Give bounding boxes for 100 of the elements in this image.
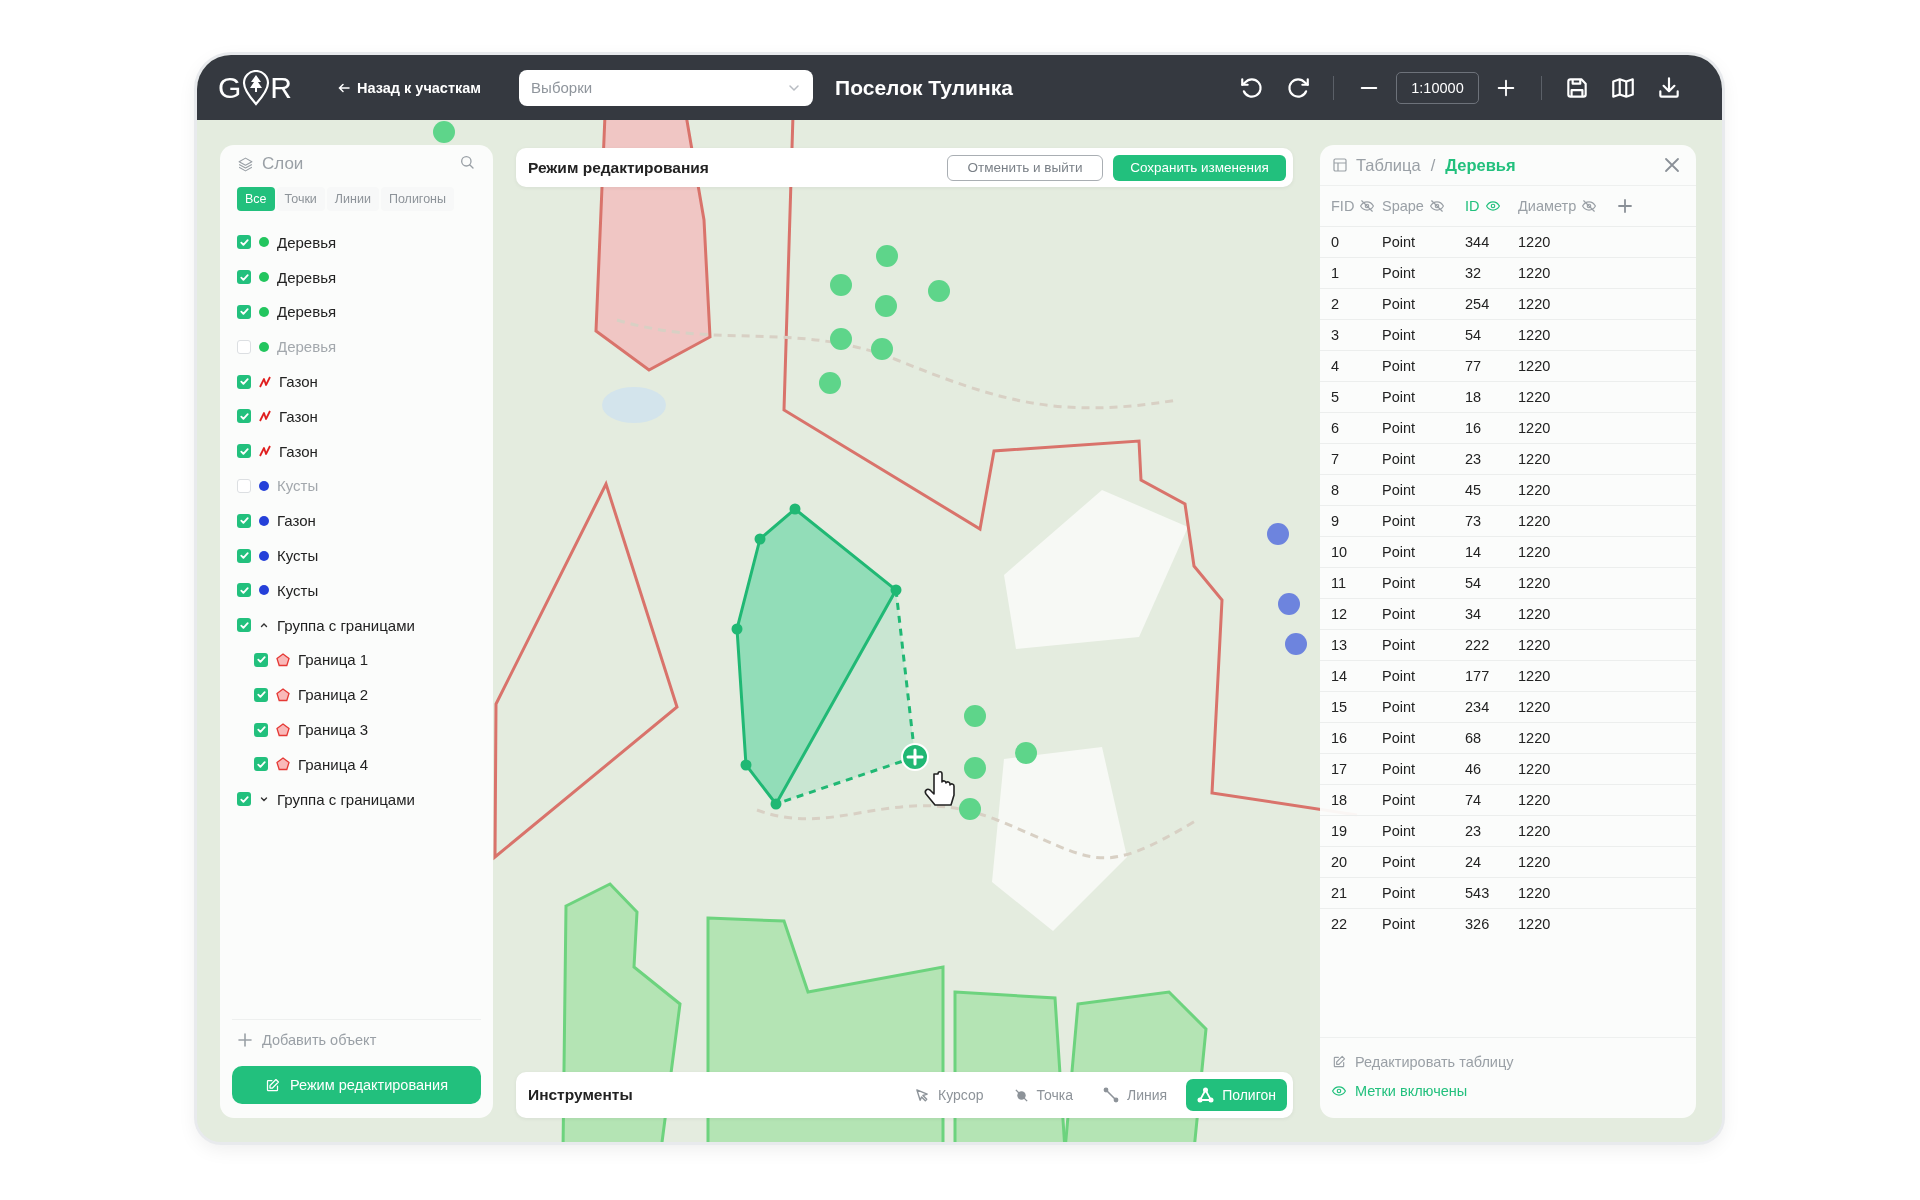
edit-mode-button[interactable]: Режим редактирования xyxy=(232,1066,481,1104)
layer-label[interactable]: Кусты xyxy=(277,581,319,599)
map-point-marker[interactable] xyxy=(875,295,897,317)
table-cell: 1220 xyxy=(1518,234,1551,250)
checkbox[interactable] xyxy=(237,792,251,807)
logo-text: G xyxy=(218,72,243,103)
layer-label[interactable]: Граница 3 xyxy=(298,721,369,739)
layer-label[interactable]: Газон xyxy=(279,373,318,391)
layer-label[interactable]: Газон xyxy=(277,512,316,530)
table-cell: Point xyxy=(1382,513,1416,529)
filter-tab[interactable]: Точки xyxy=(276,187,325,211)
tool-button[interactable]: Точка xyxy=(1002,1079,1084,1111)
map-point-marker[interactable] xyxy=(819,372,841,394)
checkbox[interactable] xyxy=(237,444,251,459)
map-point-marker[interactable] xyxy=(1285,633,1307,655)
table-cell: 234 xyxy=(1465,699,1490,715)
scale-field[interactable]: 1:10000 xyxy=(1396,71,1479,104)
filter-tab[interactable]: Линии xyxy=(326,187,379,211)
map-point-marker[interactable] xyxy=(876,245,898,267)
layer-label[interactable]: Деревья xyxy=(277,268,337,286)
table-cell: 14 xyxy=(1331,668,1348,684)
checkbox[interactable] xyxy=(237,270,251,285)
checkbox[interactable] xyxy=(237,305,251,319)
selection-dropdown[interactable]: Выборки xyxy=(519,69,814,106)
table-cell: Point xyxy=(1382,358,1416,374)
edit-table-button[interactable]: Редактировать таблицу xyxy=(1332,1048,1684,1076)
checkbox[interactable] xyxy=(254,652,268,667)
eye-off-icon[interactable] xyxy=(1582,199,1597,213)
eye-icon[interactable] xyxy=(1485,199,1500,213)
group-label[interactable]: Группа с границами xyxy=(277,790,415,808)
map-point-marker[interactable] xyxy=(1015,742,1037,764)
checkbox[interactable] xyxy=(237,583,251,598)
checkbox[interactable] xyxy=(254,757,268,772)
table-cell: Point xyxy=(1382,854,1416,870)
checkbox[interactable] xyxy=(254,722,268,737)
map-point-marker[interactable] xyxy=(830,328,852,350)
layer-label[interactable]: Газон xyxy=(279,442,318,460)
layer-label[interactable]: Кусты xyxy=(277,477,319,495)
map-point-marker[interactable] xyxy=(830,274,852,296)
layer-label[interactable]: Деревья xyxy=(277,233,337,251)
eye-off-icon[interactable] xyxy=(1429,199,1444,213)
map-point-marker[interactable] xyxy=(433,121,455,143)
add-column-icon[interactable] xyxy=(1618,199,1632,213)
checkbox[interactable] xyxy=(237,374,251,389)
filter-tab[interactable]: Все xyxy=(237,187,275,211)
checkbox[interactable] xyxy=(237,235,251,250)
filter-tab[interactable]: Полигоны xyxy=(380,187,454,211)
back-link[interactable]: Назад к участкам xyxy=(338,79,482,96)
checkbox[interactable] xyxy=(237,618,251,633)
eye-off-icon[interactable] xyxy=(1360,199,1375,213)
checkbox[interactable] xyxy=(237,548,251,563)
close-icon[interactable] xyxy=(1664,157,1680,173)
checkbox[interactable] xyxy=(254,687,268,702)
checkbox[interactable] xyxy=(237,339,251,354)
map-point-marker[interactable] xyxy=(1278,593,1300,615)
checkbox[interactable] xyxy=(237,513,251,528)
download-icon[interactable] xyxy=(1656,74,1682,101)
layer-label[interactable]: Граница 1 xyxy=(298,651,369,669)
column-header[interactable]: FID xyxy=(1331,198,1355,214)
edit-icon xyxy=(265,1077,280,1093)
table-cell: 1220 xyxy=(1518,761,1551,777)
layer-label[interactable]: Кусты xyxy=(277,547,319,565)
map-point-marker[interactable] xyxy=(871,338,893,360)
table-cell: 11 xyxy=(1331,575,1347,591)
edit-polygon-drawing[interactable] xyxy=(731,503,917,810)
table-cell: 1220 xyxy=(1518,792,1551,808)
layers-icon xyxy=(237,155,254,173)
column-header[interactable]: ID xyxy=(1465,198,1480,214)
tool-button[interactable]: Курсор xyxy=(904,1079,995,1111)
edit-mode-title: Режим редактирования xyxy=(528,158,709,177)
map-point-marker[interactable] xyxy=(1267,523,1289,545)
map-point-marker[interactable] xyxy=(928,280,950,302)
table-cell: 1220 xyxy=(1518,296,1551,312)
table-cell: 24 xyxy=(1465,854,1482,870)
table-cell: Point xyxy=(1382,668,1416,684)
table-cell: 1220 xyxy=(1518,265,1551,281)
layer-label[interactable]: Газон xyxy=(279,407,318,425)
map-point-marker[interactable] xyxy=(964,705,986,727)
map-point-marker[interactable] xyxy=(959,798,981,820)
map-point-marker[interactable] xyxy=(964,757,986,779)
cancel-button[interactable]: Отменить и выйти xyxy=(947,154,1103,181)
layer-label[interactable]: Деревья xyxy=(277,303,337,321)
labels-toggle[interactable]: Метки включены xyxy=(1332,1076,1684,1106)
eye-icon[interactable] xyxy=(1332,1084,1346,1098)
layer-label[interactable]: Деревья xyxy=(277,338,337,356)
checkbox[interactable] xyxy=(237,478,251,493)
table-cell: Point xyxy=(1382,730,1416,746)
column-header[interactable]: Spape xyxy=(1382,198,1424,214)
layer-label[interactable]: Граница 2 xyxy=(298,686,369,704)
search-icon[interactable] xyxy=(459,154,475,170)
column-header[interactable]: Диаметр xyxy=(1518,198,1577,214)
layer-label[interactable]: Граница 4 xyxy=(298,755,369,773)
group-label[interactable]: Группа с границами xyxy=(277,616,415,634)
save-changes-button[interactable]: Сохранить изменения xyxy=(1113,154,1286,181)
plus-icon xyxy=(238,1033,252,1047)
add-object-button[interactable]: Добавить объект xyxy=(232,1032,481,1048)
tool-button[interactable]: Линия xyxy=(1092,1079,1179,1111)
table-cell: 7 xyxy=(1331,451,1340,467)
tool-button[interactable]: Полигон xyxy=(1186,1079,1287,1111)
checkbox[interactable] xyxy=(237,409,251,424)
